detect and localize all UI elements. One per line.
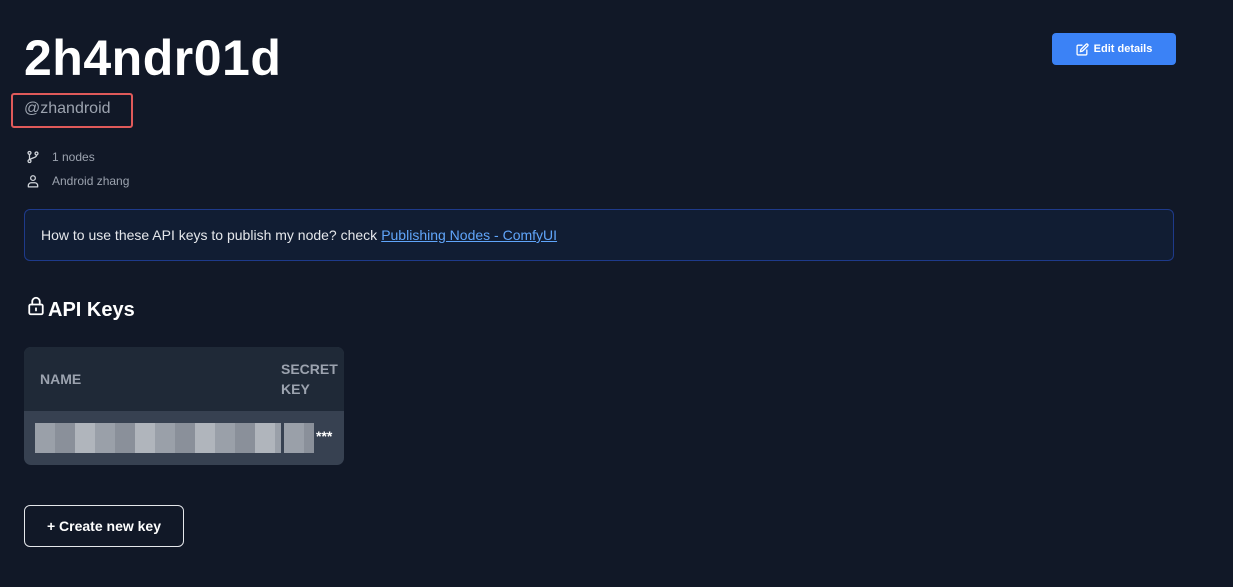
table-header: NAME SECRET KEY — [24, 347, 344, 411]
edit-icon — [1076, 42, 1089, 56]
table-row: *** — [24, 411, 344, 465]
redacted-secret-key — [284, 423, 314, 453]
publisher-profile-page: 2h4ndr01d Edit details @zhandroid 1 node… — [0, 0, 1233, 587]
page-title: 2h4ndr01d — [24, 30, 282, 86]
api-keys-table: NAME SECRET KEY *** — [24, 347, 344, 465]
git-branch-icon — [26, 150, 40, 164]
help-text: How to use these API keys to publish my … — [41, 227, 378, 243]
nodes-count: 1 nodes — [52, 150, 95, 164]
edit-details-button[interactable]: Edit details — [1052, 33, 1176, 65]
column-header-secret-key: SECRET KEY — [281, 361, 338, 397]
publishing-nodes-link[interactable]: Publishing Nodes - ComfyUI — [381, 227, 557, 243]
nodes-count-row: 1 nodes — [26, 150, 95, 164]
redacted-key-name — [35, 423, 281, 453]
owner-row: Android zhang — [26, 174, 129, 188]
owner-name: Android zhang — [52, 174, 130, 188]
create-new-key-button[interactable]: + Create new key — [24, 505, 184, 547]
api-keys-heading: API Keys — [27, 296, 135, 323]
column-header-name: NAME — [40, 371, 82, 387]
masked-secret-key: *** — [316, 428, 333, 444]
api-keys-help-banner: How to use these API keys to publish my … — [24, 209, 1174, 261]
edit-details-label: Edit details — [1093, 43, 1153, 55]
user-icon — [26, 174, 40, 188]
api-keys-title: API Keys — [48, 298, 135, 321]
lock-icon — [27, 296, 45, 323]
publisher-handle: @zhandroid — [24, 100, 111, 117]
